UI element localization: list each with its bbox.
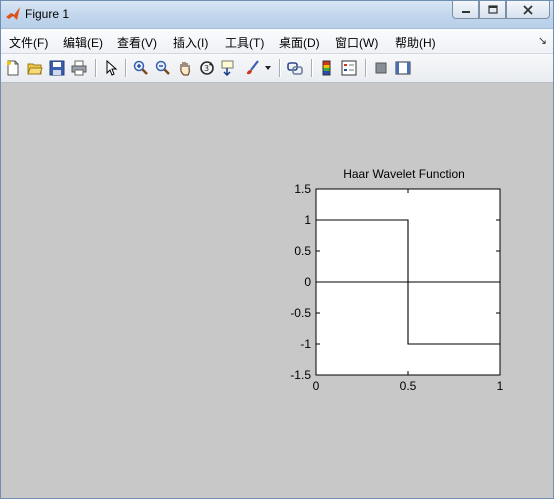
- menu-window[interactable]: 窗口(W): [335, 34, 378, 51]
- save-icon: [49, 60, 65, 76]
- chevron-corner-icon[interactable]: ↘: [538, 34, 547, 47]
- legend-icon: [341, 60, 357, 76]
- rotate-3d-button[interactable]: 3: [197, 58, 217, 78]
- insert-legend-button[interactable]: [339, 58, 359, 78]
- menu-view[interactable]: 查看(V): [117, 34, 157, 51]
- open-file-icon: [27, 63, 43, 75]
- toolbar-separator: [279, 59, 280, 77]
- hide-plot-tools-button[interactable]: [371, 58, 391, 78]
- close-icon: [523, 4, 533, 15]
- data-cursor-button[interactable]: [219, 58, 239, 78]
- select-arrow-icon: [106, 60, 118, 76]
- pan-button[interactable]: [175, 58, 195, 78]
- menu-tools[interactable]: 工具(T): [225, 34, 264, 51]
- svg-text:3: 3: [204, 64, 209, 73]
- x-tick-label: 1: [497, 379, 504, 393]
- show-plot-tools-button[interactable]: [393, 58, 413, 78]
- figure-window: Figure 1 文件(F) 编辑(E) 查看(V) 插入(I) 工具(T) 桌…: [0, 0, 554, 499]
- y-tick-label: 1.5: [294, 182, 311, 196]
- y-tick-label: 0.5: [294, 244, 311, 258]
- open-file-button[interactable]: [25, 58, 45, 78]
- x-tick-label: 0.5: [400, 379, 417, 393]
- y-tick-label: -0.5: [290, 306, 311, 320]
- data-cursor-icon: [221, 60, 234, 76]
- menu-insert[interactable]: 插入(I): [173, 34, 208, 51]
- minimize-button[interactable]: [452, 1, 479, 19]
- menu-file[interactable]: 文件(F): [9, 34, 48, 51]
- edit-plot-button[interactable]: [101, 58, 121, 78]
- title-bar[interactable]: Figure 1: [1, 1, 553, 29]
- new-figure-button[interactable]: [3, 58, 23, 78]
- chart-title: Haar Wavelet Function: [343, 167, 465, 181]
- x-tick-label: 0: [313, 379, 320, 393]
- menu-help[interactable]: 帮助(H): [395, 34, 436, 51]
- brush-dropdown-button[interactable]: [263, 58, 273, 78]
- maximize-icon: [487, 5, 498, 14]
- link-plot-icon: [287, 62, 303, 75]
- matlab-logo-icon: [6, 7, 20, 20]
- menu-bar: 文件(F) 编辑(E) 查看(V) 插入(I) 工具(T) 桌面(D) 窗口(W…: [1, 29, 553, 54]
- figure-toolbar: 3: [1, 54, 553, 83]
- menu-desktop[interactable]: 桌面(D): [279, 34, 320, 51]
- brush-icon: [247, 60, 259, 75]
- maximize-button[interactable]: [479, 1, 506, 19]
- close-button[interactable]: [506, 1, 550, 19]
- brush-dropdown-icon: [265, 66, 271, 70]
- print-button[interactable]: [69, 58, 89, 78]
- new-figure-icon: [7, 60, 19, 76]
- toolbar-separator: [311, 59, 312, 77]
- show-plot-tools-icon: [395, 61, 411, 75]
- window-title: Figure 1: [25, 7, 70, 21]
- insert-colorbar-button[interactable]: [317, 58, 337, 78]
- brush-button[interactable]: [243, 58, 263, 78]
- zoom-in-icon: [133, 60, 148, 75]
- toolbar-separator: [125, 59, 126, 77]
- y-tick-label: 1: [304, 213, 311, 227]
- zoom-out-icon: [155, 60, 170, 75]
- y-tick-label: 0: [304, 275, 311, 289]
- rotate-3d-icon: 3: [200, 61, 214, 75]
- haar-plot-axes: Haar Wavelet Function 1.5 1 0.5 0 -0.5 -1 -1.5…: [290, 167, 504, 393]
- toolbar-separator: [95, 59, 96, 77]
- print-icon: [71, 60, 87, 76]
- link-plot-button[interactable]: [285, 58, 305, 78]
- pan-hand-icon: [180, 62, 190, 76]
- figure-canvas: Haar Wavelet Function 1.5 1 0.5 0 -0.5 -1 -1.5…: [1, 83, 553, 498]
- y-tick-label: -1.5: [290, 368, 311, 382]
- y-tick-label: -1: [300, 337, 311, 351]
- toolbar-separator: [365, 59, 366, 77]
- zoom-out-button[interactable]: [153, 58, 173, 78]
- zoom-in-button[interactable]: [131, 58, 151, 78]
- save-button[interactable]: [47, 58, 67, 78]
- hide-plot-tools-icon: [375, 62, 387, 74]
- minimize-icon: [461, 10, 470, 13]
- menu-edit[interactable]: 编辑(E): [63, 34, 103, 51]
- colorbar-icon: [322, 60, 331, 76]
